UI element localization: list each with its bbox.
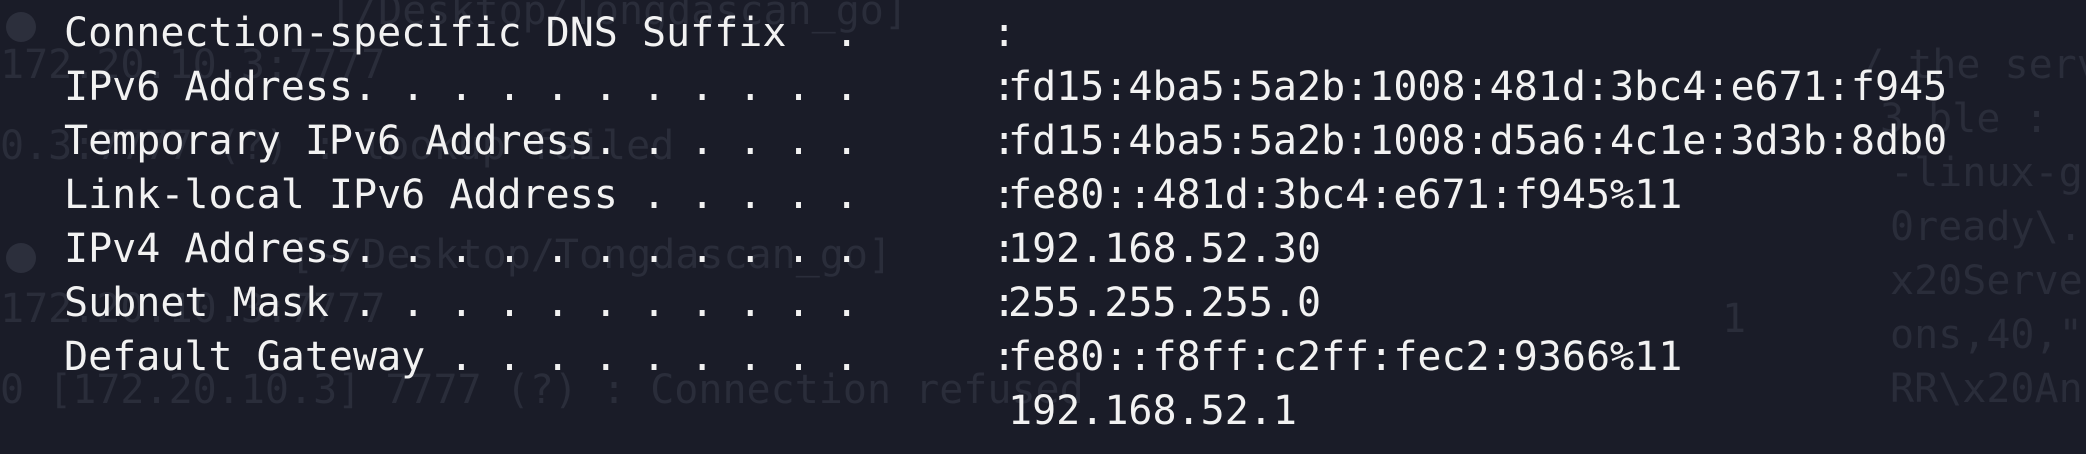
ipconfig-row-temporary-ipv6: Temporary IPv6 Address. . . . . . : fd15:… [64, 114, 1947, 168]
row-separator: : [968, 64, 1017, 110]
skull-icon [6, 12, 36, 42]
row-label: Link-local IPv6 Address . . . . . [64, 172, 859, 218]
row-separator: : [968, 118, 1017, 164]
row-label [64, 384, 968, 438]
ipconfig-row-ipv4-address: IPv4 Address. . . . . . . . . . . :192.1… [64, 222, 1947, 276]
row-value: fd15:4ba5:5a2b:1008:481d:3bc4:e671:f945 [1008, 64, 1948, 110]
row-value: 192.168.52.30 [1008, 226, 1322, 272]
row-value: 192.168.52.1 [1008, 388, 1297, 434]
row-separator: : [968, 334, 1017, 380]
ipconfig-row-dns-suffix: Connection-specific DNS Suffix . : [64, 6, 1947, 60]
row-separator: : [968, 226, 1017, 272]
row-label: IPv4 Address. . . . . . . . . . . [64, 226, 859, 272]
ipconfig-row-subnet-mask: Subnet Mask . . . . . . . . . . . :255.2… [64, 276, 1947, 330]
row-separator: : [968, 172, 1017, 218]
row-label: Subnet Mask . . . . . . . . . . . [64, 280, 859, 326]
row-value: fe80::f8ff:c2ff:fec2:9366%11 [1008, 334, 1683, 380]
row-label: IPv6 Address. . . . . . . . . . . [64, 64, 859, 110]
row-value: fd15:4ba5:5a2b:1008:d5a6:4c1e:3d3b:8db0 [1008, 118, 1948, 164]
skull-icon [6, 243, 36, 273]
ipconfig-row-default-gateway-ipv4: 192.168.52.1 [64, 384, 1947, 438]
row-value: fe80::481d:3bc4:e671:f945%11 [1008, 172, 1683, 218]
row-label: Connection-specific DNS Suffix . [64, 10, 859, 56]
ipconfig-row-default-gateway: Default Gateway . . . . . . . . . : fe80:… [64, 330, 1947, 384]
row-label: Default Gateway . . . . . . . . . [64, 334, 859, 380]
terminal-window[interactable]: [/Desktop/Tongdascan_go] 172.20.10.3:777… [0, 0, 2086, 454]
row-separator [968, 384, 1008, 438]
row-value: 255.255.255.0 [1008, 280, 1322, 326]
ipconfig-row-ipv6-address: IPv6 Address. . . . . . . . . . . : fd15:… [64, 60, 1947, 114]
row-separator: : [968, 280, 1017, 326]
row-separator: : [968, 10, 1017, 56]
ipconfig-output[interactable]: Connection-specific DNS Suffix . : IPv6 … [64, 6, 1947, 438]
row-label: Temporary IPv6 Address. . . . . . [64, 118, 859, 164]
ipconfig-row-link-local-ipv6: Link-local IPv6 Address . . . . . : fe80:… [64, 168, 1947, 222]
